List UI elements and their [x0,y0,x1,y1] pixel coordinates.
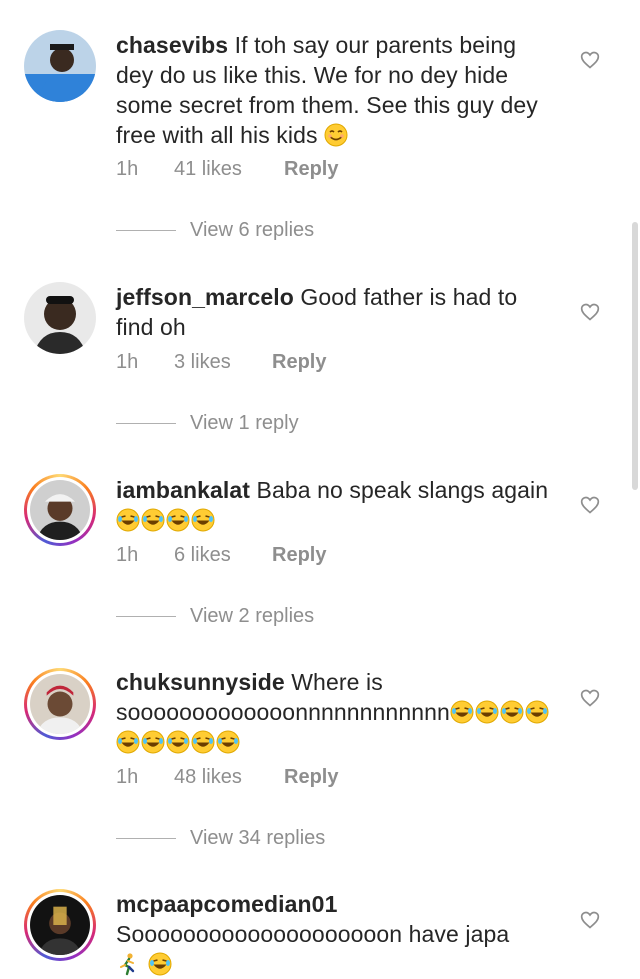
laughing-face-icon [216,730,240,754]
comment-username[interactable]: iambankalat [116,477,250,503]
avatar[interactable] [24,474,96,546]
heart-outline-icon[interactable] [580,50,600,70]
reply-button[interactable]: Reply [284,766,338,789]
comment-time: 1h [116,158,139,180]
comment-username[interactable]: chasevibs [116,32,228,58]
view-replies-label: View 34 replies [190,827,326,849]
laughing-face-icon [148,952,171,976]
like-count[interactable]: 48 likes [174,766,284,789]
laughing-face-icon [148,951,173,977]
laughing-face-icon [525,700,549,724]
laughing-face-icon [191,730,215,754]
comment-text: Soooooooooooooooooooon have japa [116,921,510,947]
comment-username[interactable]: jeffson_marcelo [116,284,294,310]
comment-username[interactable]: mcpaapcomedian01 [116,891,337,917]
laughing-face-icon [166,730,190,754]
view-replies-label: View 2 replies [190,605,315,627]
laughing-face-icon [450,700,474,724]
like-count[interactable]: 41 likes [174,158,284,181]
comment-meta: 1h 41 likes Reply [116,158,338,181]
heart-outline-icon[interactable] [580,495,600,515]
comment-meta: 1h 6 likes Reply [116,544,326,567]
view-replies-button[interactable]: View 1 reply [116,412,299,435]
like-count[interactable]: 3 likes [174,351,272,374]
view-replies-button[interactable]: View 6 replies [116,219,314,242]
comment-username[interactable]: chuksunnyside [116,669,285,695]
laughing-face-icon [141,508,165,532]
comment-body: chasevibs If toh say our parents being d… [116,30,556,151]
view-replies-label: View 6 replies [190,219,315,241]
comment-time: 1h [116,351,139,373]
like-count[interactable]: 6 likes [174,544,272,567]
comment-time: 1h [116,766,139,788]
divider [116,423,176,424]
reply-button[interactable]: Reply [284,158,338,181]
heart-outline-icon[interactable] [580,910,600,930]
comment-meta: 1h 48 likes Reply [116,766,338,789]
laughing-face-icon [500,700,524,724]
running-person-icon [116,951,148,977]
laughing-face-icon [166,508,190,532]
reply-button[interactable]: Reply [272,351,326,374]
heart-outline-icon[interactable] [580,302,600,322]
comment-meta: 1h 3 likes Reply [116,351,326,374]
view-replies-label: View 1 reply [190,412,299,434]
divider [116,230,176,231]
comment-body: jeffson_marcelo Good father is had to fi… [116,282,556,342]
divider [116,616,176,617]
laughing-face-icon [141,730,165,754]
smiling-face-icon [324,123,349,149]
comment-text: Baba no speak slangs again [256,477,549,503]
heart-outline-icon[interactable] [580,688,600,708]
comment-body: chuksunnyside Where is sooooooooooooonnn… [116,667,556,757]
comment-body: mcpaapcomedian01 Soooooooooooooooooooon … [116,889,556,979]
view-replies-button[interactable]: View 34 replies [116,827,325,850]
avatar[interactable] [24,889,96,961]
avatar[interactable] [24,282,96,354]
laughing-face-icon [475,700,499,724]
comment-time: 1h [116,544,139,566]
laughing-face-icon [191,508,215,532]
avatar[interactable] [24,30,96,102]
scrollbar[interactable] [632,222,638,490]
avatar[interactable] [24,668,96,740]
divider [116,838,176,839]
laughing-face-icon [116,730,140,754]
comment-body: iambankalat Baba no speak slangs again [116,475,556,535]
view-replies-button[interactable]: View 2 replies [116,605,314,628]
reply-button[interactable]: Reply [272,544,326,567]
laughing-face-icon [116,508,140,532]
laughing-face-icon [116,507,216,533]
